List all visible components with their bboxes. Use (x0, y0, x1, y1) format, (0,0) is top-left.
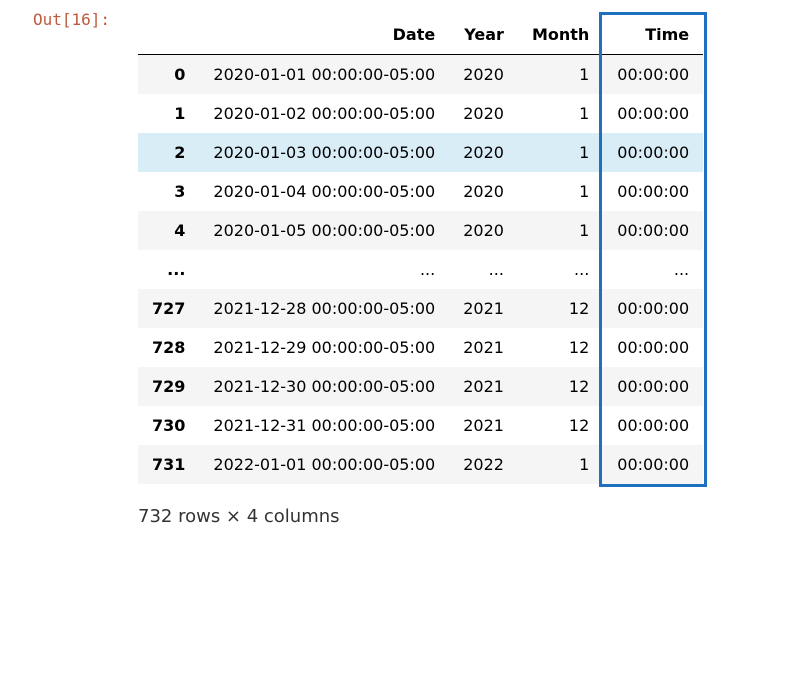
cell-year: 2020 (449, 211, 518, 250)
cell-year: 2020 (449, 55, 518, 95)
cell-year: 2021 (449, 367, 518, 406)
col-header-year: Year (449, 15, 518, 55)
row-index: 1 (138, 94, 199, 133)
cell-date: 2020-01-05 00:00:00-05:00 (199, 211, 449, 250)
cell-year: ... (449, 250, 518, 289)
cell-month: 1 (518, 211, 603, 250)
col-header-month: Month (518, 15, 603, 55)
cell-month: 1 (518, 133, 603, 172)
row-index: 4 (138, 211, 199, 250)
cell-time: 00:00:00 (603, 94, 703, 133)
col-header-index (138, 15, 199, 55)
table-row[interactable]: 7282021-12-29 00:00:00-05:0020211200:00:… (138, 328, 703, 367)
row-index: 0 (138, 55, 199, 95)
table-row[interactable]: 7312022-01-01 00:00:00-05:002022100:00:0… (138, 445, 703, 484)
cell-year: 2022 (449, 445, 518, 484)
cell-date: 2020-01-01 00:00:00-05:00 (199, 55, 449, 95)
cell-month: 12 (518, 328, 603, 367)
output-prompt: Out[16]: (10, 10, 120, 29)
table-footer-info: 732 rows × 4 columns (138, 506, 807, 527)
cell-year: 2020 (449, 172, 518, 211)
cell-date: 2021-12-30 00:00:00-05:00 (199, 367, 449, 406)
table-wrapper: Date Year Month Time 02020-01-01 00:00:0… (138, 15, 703, 484)
table-row[interactable]: ............... (138, 250, 703, 289)
cell-date: 2020-01-03 00:00:00-05:00 (199, 133, 449, 172)
table-row[interactable]: 7272021-12-28 00:00:00-05:0020211200:00:… (138, 289, 703, 328)
cell-year: 2020 (449, 133, 518, 172)
cell-month: 1 (518, 445, 603, 484)
table-header-row: Date Year Month Time (138, 15, 703, 55)
row-index: 730 (138, 406, 199, 445)
cell-date: 2021-12-31 00:00:00-05:00 (199, 406, 449, 445)
cell-time: 00:00:00 (603, 328, 703, 367)
cell-month: 12 (518, 406, 603, 445)
cell-year: 2021 (449, 289, 518, 328)
cell-time: 00:00:00 (603, 55, 703, 95)
row-index: 2 (138, 133, 199, 172)
row-index: 729 (138, 367, 199, 406)
cell-date: 2020-01-02 00:00:00-05:00 (199, 94, 449, 133)
cell-time: 00:00:00 (603, 172, 703, 211)
dataframe-table[interactable]: Date Year Month Time 02020-01-01 00:00:0… (138, 15, 703, 484)
table-row[interactable]: 32020-01-04 00:00:00-05:002020100:00:00 (138, 172, 703, 211)
row-index: 731 (138, 445, 199, 484)
output-area: Date Year Month Time 02020-01-01 00:00:0… (120, 10, 807, 527)
row-index: 728 (138, 328, 199, 367)
table-row[interactable]: 12020-01-02 00:00:00-05:002020100:00:00 (138, 94, 703, 133)
cell-month: 1 (518, 172, 603, 211)
cell-time: 00:00:00 (603, 445, 703, 484)
cell-time: 00:00:00 (603, 367, 703, 406)
cell-month: 12 (518, 367, 603, 406)
cell-date: 2020-01-04 00:00:00-05:00 (199, 172, 449, 211)
cell-time: 00:00:00 (603, 133, 703, 172)
table-body: 02020-01-01 00:00:00-05:002020100:00:001… (138, 55, 703, 485)
cell-year: 2021 (449, 406, 518, 445)
table-row[interactable]: 7302021-12-31 00:00:00-05:0020211200:00:… (138, 406, 703, 445)
cell-time: 00:00:00 (603, 211, 703, 250)
row-index: ... (138, 250, 199, 289)
cell-date: 2022-01-01 00:00:00-05:00 (199, 445, 449, 484)
cell-month: ... (518, 250, 603, 289)
cell-month: 12 (518, 289, 603, 328)
col-header-time: Time (603, 15, 703, 55)
cell-time: 00:00:00 (603, 289, 703, 328)
row-index: 3 (138, 172, 199, 211)
cell-date: 2021-12-29 00:00:00-05:00 (199, 328, 449, 367)
table-row[interactable]: 22020-01-03 00:00:00-05:002020100:00:00 (138, 133, 703, 172)
cell-date: ... (199, 250, 449, 289)
cell-year: 2020 (449, 94, 518, 133)
table-row[interactable]: 02020-01-01 00:00:00-05:002020100:00:00 (138, 55, 703, 95)
row-index: 727 (138, 289, 199, 328)
table-row[interactable]: 7292021-12-30 00:00:00-05:0020211200:00:… (138, 367, 703, 406)
cell-time: 00:00:00 (603, 406, 703, 445)
cell-date: 2021-12-28 00:00:00-05:00 (199, 289, 449, 328)
cell-month: 1 (518, 55, 603, 95)
table-row[interactable]: 42020-01-05 00:00:00-05:002020100:00:00 (138, 211, 703, 250)
cell-time: ... (603, 250, 703, 289)
col-header-date: Date (199, 15, 449, 55)
cell-month: 1 (518, 94, 603, 133)
cell-year: 2021 (449, 328, 518, 367)
